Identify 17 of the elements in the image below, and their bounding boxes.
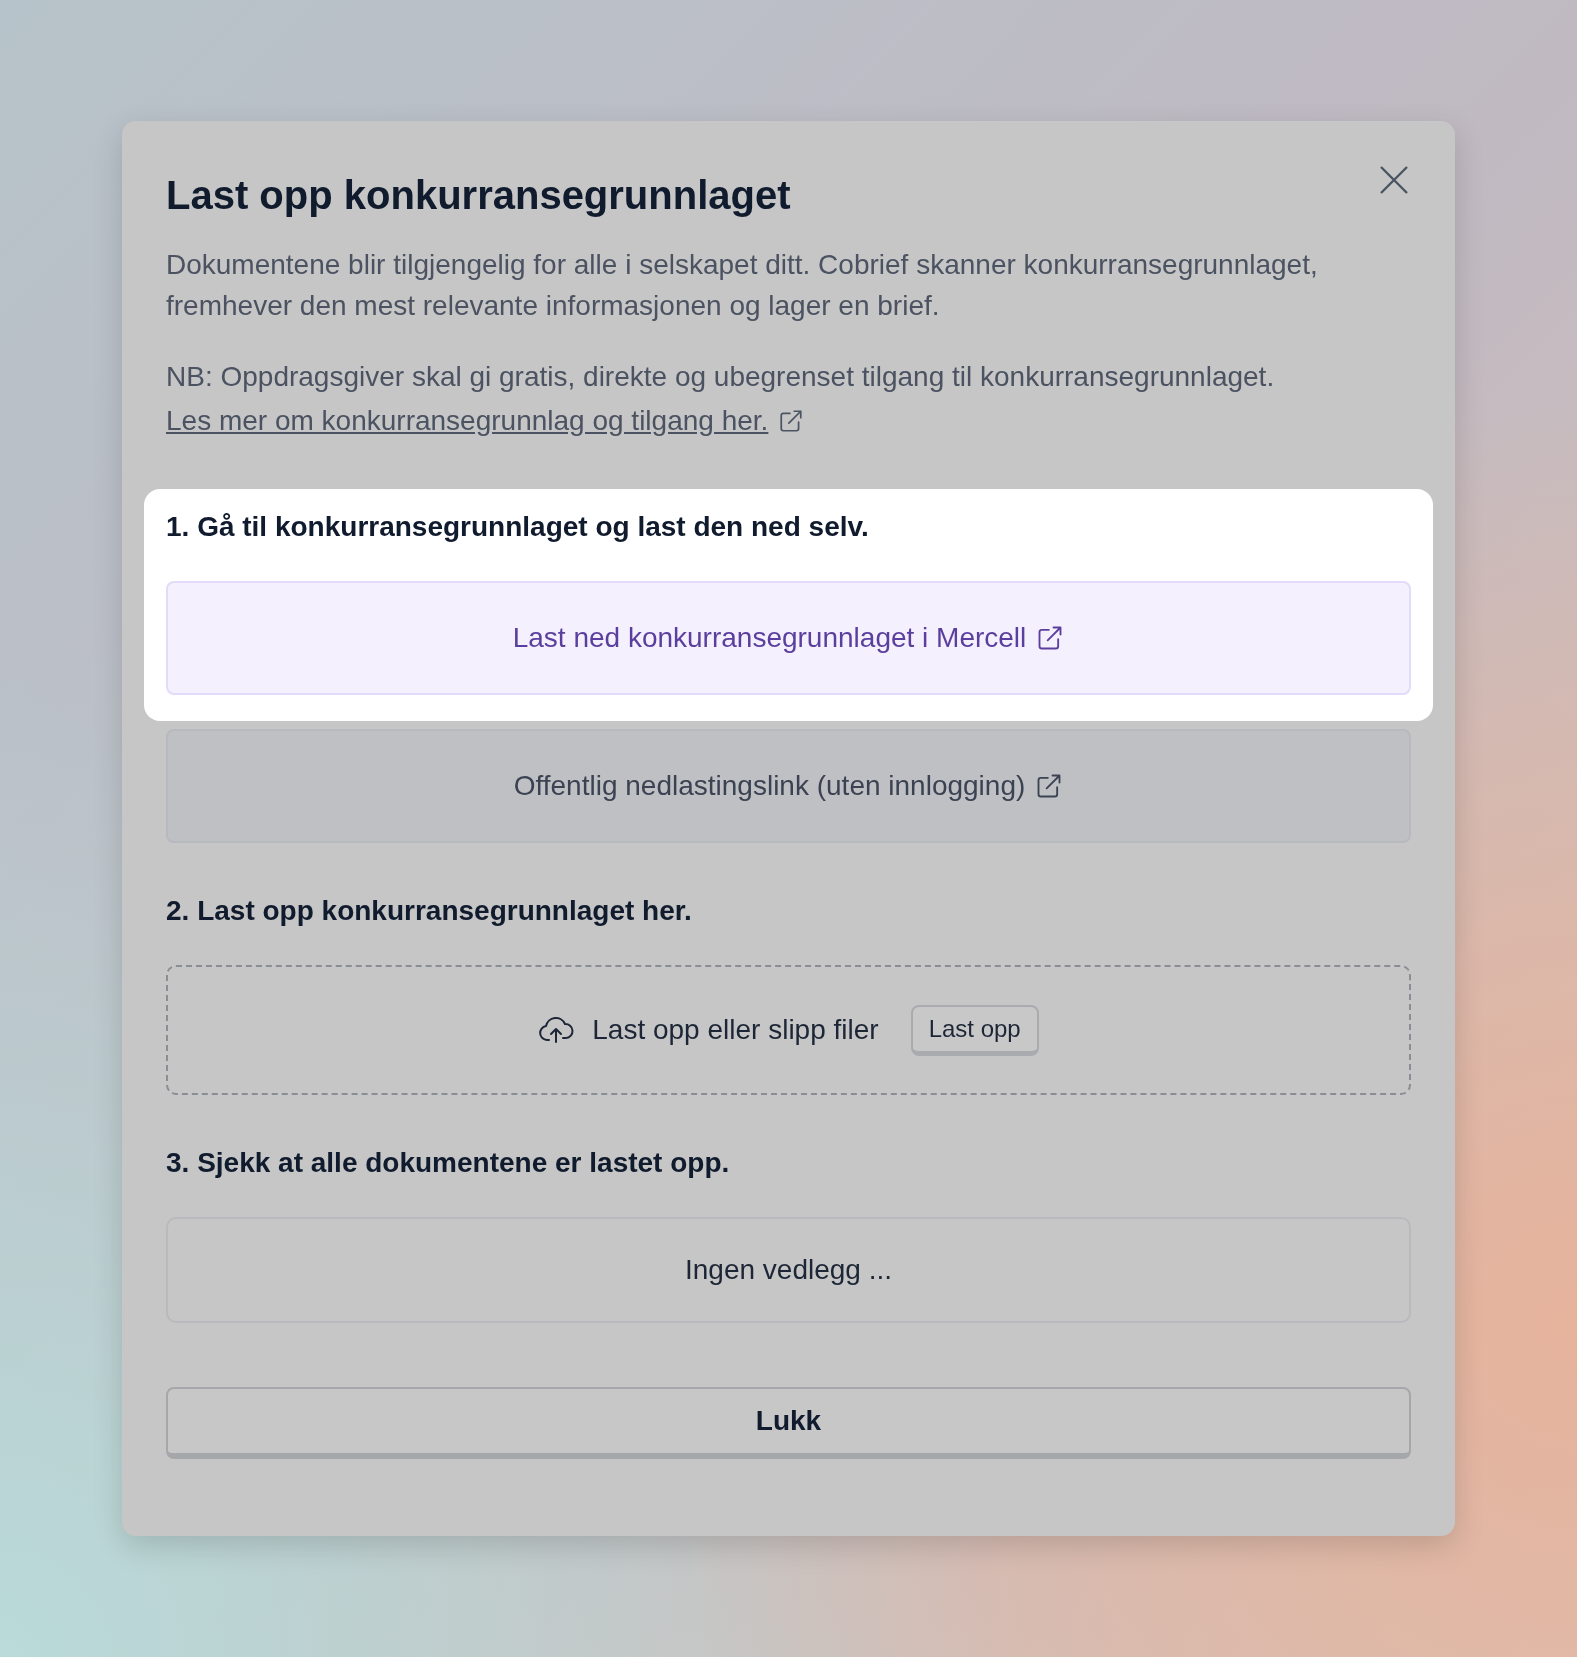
dropzone-label: Last opp eller slipp filer — [592, 1014, 879, 1046]
close-button[interactable]: Lukk — [166, 1387, 1411, 1459]
external-link-icon — [778, 408, 805, 434]
download-link-button[interactable]: Offentlig nedlastingslink (uten innlogging) — [166, 729, 1411, 843]
cloud-upload-icon — [538, 1015, 575, 1045]
empty-state-text: Ingen vedlegg ... — [684, 1254, 892, 1286]
note-text: NB: Oppdragsgiver skal gi gratis, direkte og ubegrenset tilgang til konkurransegrunnlaget. — [166, 360, 1276, 394]
step-heading: 1. Gå til konkurransegrunnlaget og last den ned selv. — [166, 510, 870, 544]
intro-text: Dokumentene blir tilgjengelig for alle i selskapet ditt. Cobrief skanner konkurransegrunnlaget, fremhever den mest relevante informasjonen og lager en brief. — [166, 248, 1319, 323]
upload-button[interactable]: Last opp — [910, 1004, 1039, 1056]
download-link-button[interactable]: Last ned konkurransegrunnlaget i Mercell — [166, 581, 1411, 695]
close-icon[interactable] — [1379, 165, 1409, 195]
info-link[interactable]: Les mer om konkurransegrunnlag og tilgang her. — [166, 401, 769, 441]
file-dropzone[interactable]: Last opp eller slipp filer Last opp — [166, 965, 1411, 1095]
step-heading: 3. Sjekk at alle dokumentene er lastet opp. — [166, 1146, 731, 1180]
dialog-title: Last opp konkurransegrunnlaget — [166, 173, 791, 218]
step-heading: 2. Last opp konkurransegrunnlaget her. — [166, 894, 693, 928]
